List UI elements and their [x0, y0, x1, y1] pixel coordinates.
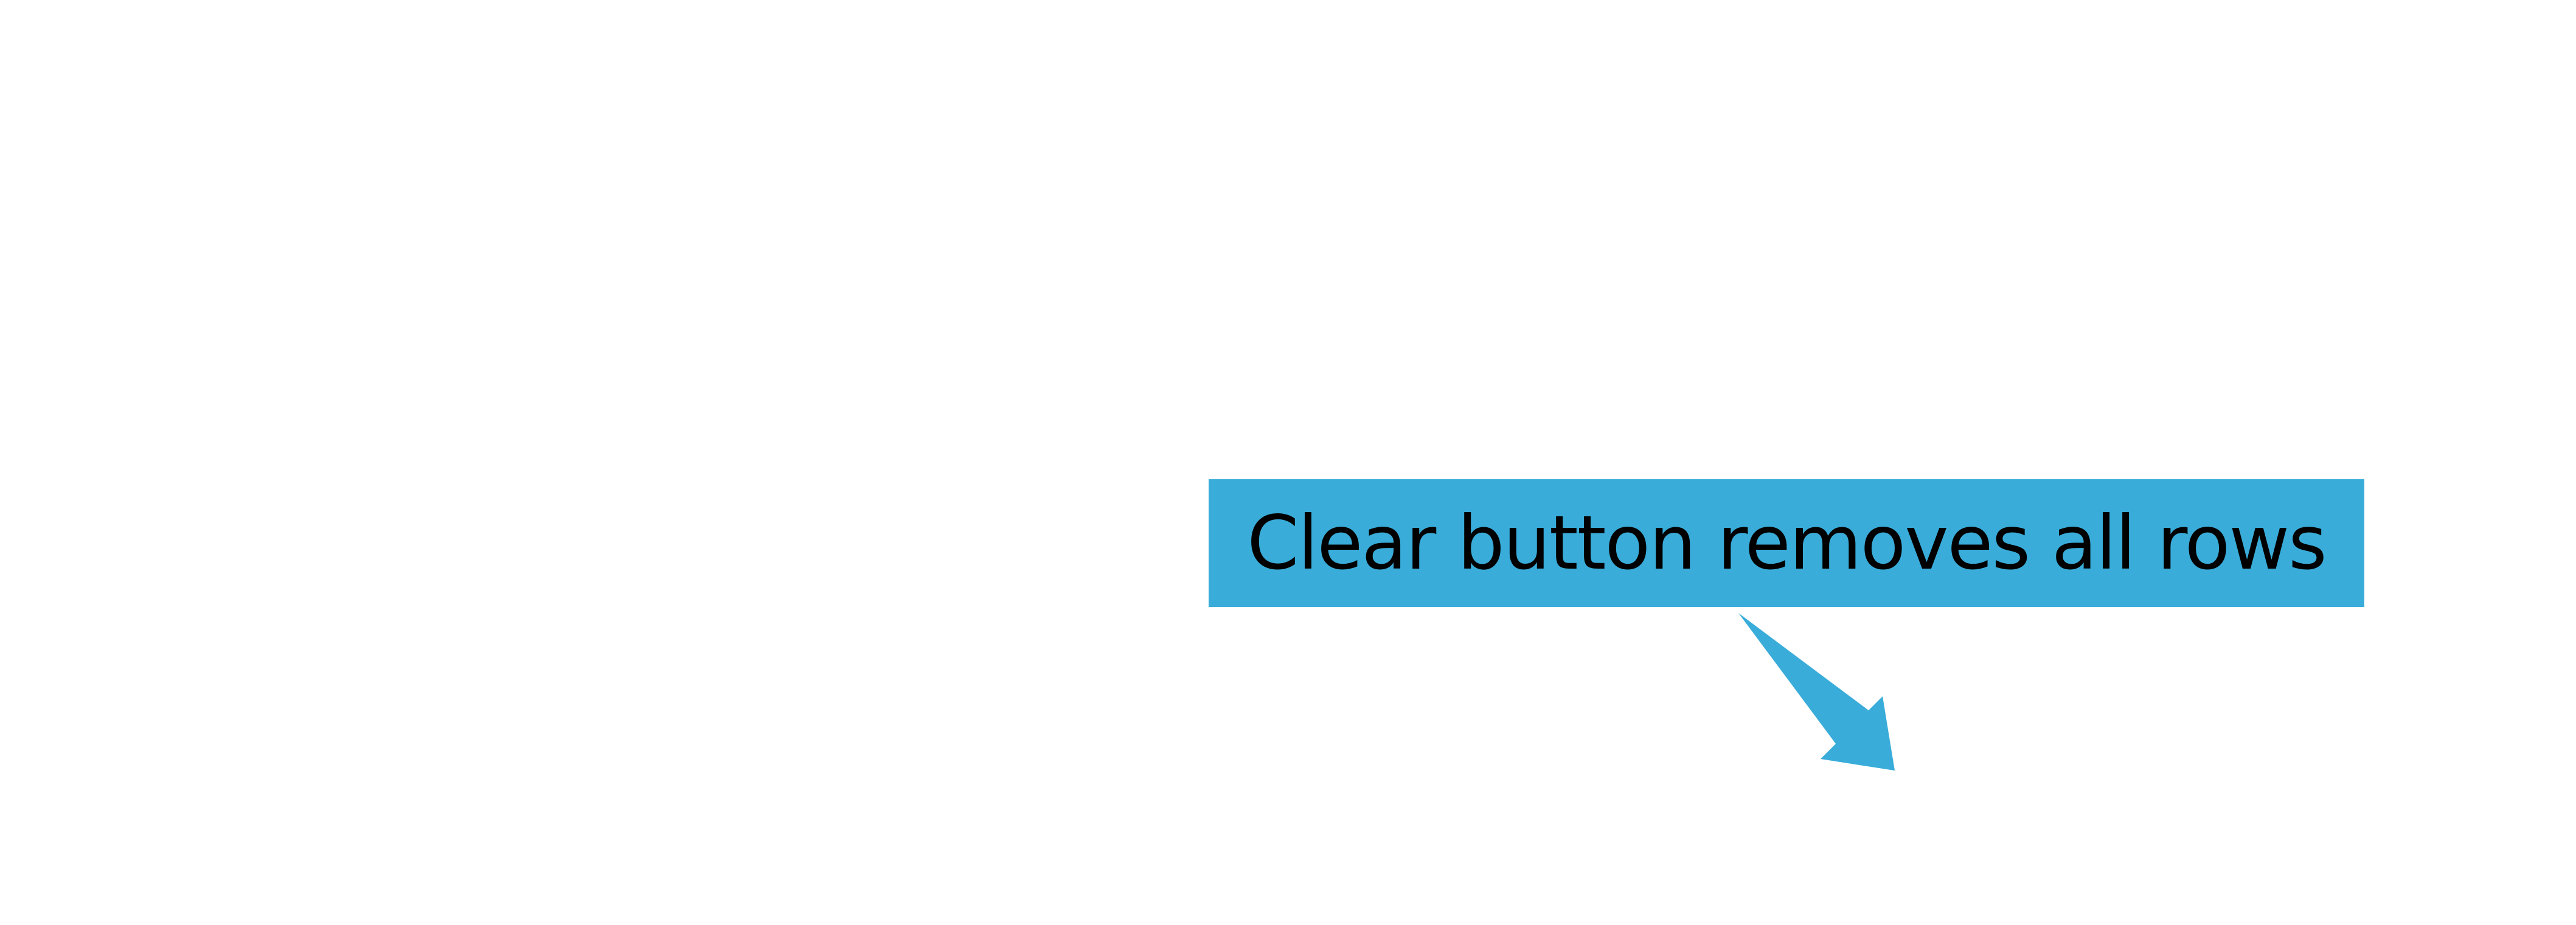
- annotation-callout-text: Clear button removes all rows: [1247, 500, 2327, 586]
- arrow-shape: [1738, 613, 1895, 771]
- diagonal-arrow-down-right-icon: [1738, 613, 1895, 771]
- annotation-callout: Clear button removes all rows: [1209, 479, 2364, 607]
